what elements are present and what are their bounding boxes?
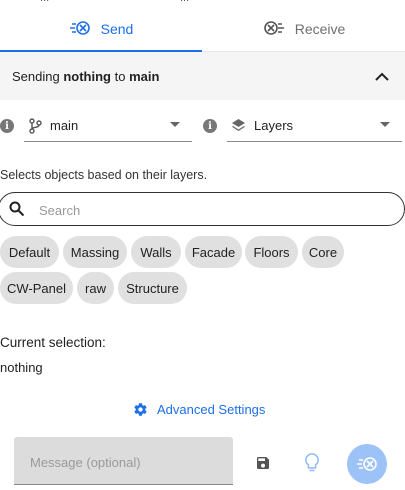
- tab-receive-label: Receive: [294, 21, 346, 37]
- search-input[interactable]: [39, 200, 379, 220]
- advanced-settings-label: Advanced Settings: [157, 402, 266, 417]
- layer-chip-default[interactable]: Default: [0, 236, 59, 268]
- lightbulb-icon[interactable]: [303, 452, 321, 474]
- filter-select-value: Layers: [254, 118, 294, 133]
- search-box[interactable]: [0, 192, 405, 226]
- sending-header[interactable]: Sending nothing to main: [0, 52, 405, 100]
- layer-chip-structure[interactable]: Structure: [118, 272, 187, 304]
- header-object: nothing: [63, 68, 111, 84]
- tab-send[interactable]: Send: [0, 6, 202, 52]
- current-selection-value: nothing: [0, 360, 43, 375]
- layer-chip-floors[interactable]: Floors: [245, 236, 298, 268]
- layer-chip-raw[interactable]: raw: [77, 272, 114, 304]
- gear-icon: [133, 402, 148, 417]
- filter-info-icon[interactable]: i: [203, 119, 217, 133]
- branch-select-value: main: [50, 118, 79, 133]
- layer-chip-walls[interactable]: Walls: [131, 236, 181, 268]
- layer-chip-cw-panel[interactable]: CW-Panel: [0, 272, 73, 304]
- layer-chip-core[interactable]: Core: [302, 236, 344, 268]
- chevron-down-icon: [380, 122, 390, 127]
- tab-send-label: Send: [100, 21, 134, 37]
- message-input[interactable]: [30, 452, 220, 472]
- message-field[interactable]: [14, 437, 233, 485]
- branch-icon: [28, 117, 42, 134]
- layers-icon: [231, 118, 246, 134]
- current-selection-label: Current selection:: [0, 335, 106, 350]
- top-strip-text-right: ...: [180, 0, 189, 4]
- save-icon[interactable]: [254, 454, 272, 472]
- branch-select[interactable]: main: [24, 110, 192, 142]
- header-middle: to: [110, 68, 130, 84]
- header-prefix: Sending: [12, 68, 64, 84]
- top-strip-text-left: ...: [40, 0, 49, 4]
- filter-select[interactable]: Layers: [227, 110, 402, 142]
- layer-chip-facade[interactable]: Facade: [185, 236, 242, 268]
- send-fab-button[interactable]: [347, 444, 387, 484]
- search-icon: [9, 201, 25, 217]
- advanced-settings-button[interactable]: Advanced Settings: [133, 402, 265, 417]
- receive-icon: [263, 19, 285, 40]
- header-branch: main: [129, 68, 160, 84]
- send-icon: [356, 455, 378, 473]
- tab-receive[interactable]: Receive: [203, 6, 405, 52]
- layer-chip-massing[interactable]: Massing: [63, 236, 127, 268]
- chevron-up-icon[interactable]: [375, 69, 389, 87]
- filter-description: Selects objects based on their layers.: [0, 168, 208, 182]
- chevron-down-icon: [170, 122, 180, 127]
- send-icon: [69, 19, 91, 40]
- branch-info-icon[interactable]: i: [0, 119, 14, 133]
- tab-bar: Send Receive: [0, 6, 405, 52]
- sending-summary: Sending nothing to main: [12, 69, 159, 84]
